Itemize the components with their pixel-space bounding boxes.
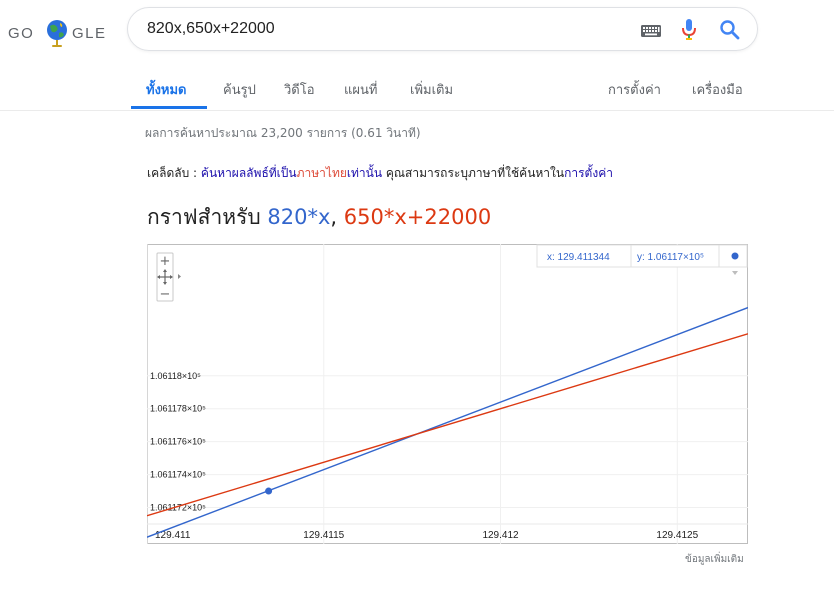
zoom-in-button[interactable]: + — [157, 253, 173, 269]
tab-settings[interactable]: การตั้งค่า — [608, 79, 661, 100]
tab-all[interactable]: ทั้งหมด — [146, 79, 187, 100]
language-tip: เคล็ดลับ : ค้นหาผลลัพธ์ที่เป็นภาษาไทยเท่… — [147, 164, 613, 183]
graph-frame — [147, 244, 748, 544]
x-tick-label: 129.412 — [482, 530, 519, 541]
tab-tools[interactable]: เครื่องมือ — [692, 79, 743, 100]
zoom-in-icon: + — [160, 254, 171, 269]
zoom-out-button[interactable]: − — [157, 286, 173, 302]
zoom-out-icon: − — [160, 287, 171, 302]
function-graph[interactable]: 1.061172×10⁵ 1.061174×10⁵ 1.061176×10⁵ 1.06… — [146, 244, 749, 544]
microphone-icon[interactable] — [682, 19, 696, 41]
graph-title-prefix: กราฟสำหรับ — [147, 205, 268, 229]
tip-link-settings[interactable]: การตั้งค่า — [564, 166, 613, 180]
tab-images[interactable]: ค้นรูป — [223, 79, 256, 100]
search-tabs: ทั้งหมด ค้นรูป วิดีโอ แผนที่ เพิ่มเติม ก… — [0, 62, 834, 111]
graph-canvas[interactable]: 1.061172×10⁵ 1.061174×10⁵ 1.061176×10⁵ 1.06… — [146, 244, 749, 544]
x-tick-label: 129.4115 — [303, 530, 344, 541]
search-box[interactable] — [127, 7, 758, 51]
logo-text-left: GO — [8, 25, 35, 42]
search-input[interactable] — [147, 18, 617, 40]
more-info-link[interactable]: ข้อมูลเพิ่มเติม — [685, 552, 744, 567]
y-tick-label: 1.061174×10⁵ — [150, 470, 206, 480]
tip-link-thai[interactable]: ภาษาไทย — [297, 166, 347, 180]
y-tick-label: 1.061176×10⁵ — [150, 437, 206, 447]
tip-link-only[interactable]: เท่านั้น — [347, 166, 382, 180]
readout-series-dot[interactable] — [731, 252, 739, 260]
readout-x: x: 129.411344 — [547, 252, 610, 263]
tab-more[interactable]: เพิ่มเติม — [410, 79, 453, 100]
globe-doodle-icon — [47, 20, 67, 47]
tip-middle: คุณสามารถระบุภาษาที่ใช้ค้นหาใน — [382, 166, 565, 180]
readout-y: y: 1.06117×10⁵ — [637, 252, 704, 263]
graph-title-formula-1: 820*x — [267, 205, 331, 229]
result-stats: ผลการค้นหาประมาณ 23,200 รายการ (0.61 วิน… — [145, 126, 421, 140]
tab-maps[interactable]: แผนที่ — [344, 79, 377, 100]
y-tick-label: 1.06118×10⁵ — [150, 371, 201, 381]
x-tick-label: 129.4125 — [656, 530, 698, 541]
search-icon[interactable] — [719, 19, 741, 41]
logo-text-right: GLE — [72, 25, 107, 42]
y-tick-label: 1.061178×10⁵ — [150, 404, 206, 414]
tip-link-search[interactable]: ค้นหาผลลัพธ์ที่เป็น — [201, 166, 297, 180]
tip-prefix: เคล็ดลับ : — [147, 166, 201, 180]
active-tab-indicator — [131, 106, 207, 109]
graph-title: กราฟสำหรับ 820*x, 650*x+22000 — [147, 201, 491, 234]
tab-videos[interactable]: วิดีโอ — [284, 79, 315, 100]
trace-point[interactable] — [265, 487, 273, 495]
keyboard-icon[interactable] — [641, 25, 661, 37]
graph-title-separator: , — [330, 205, 344, 229]
google-logo[interactable]: GO GLE — [8, 18, 107, 48]
graph-title-formula-2: 650*x+22000 — [343, 205, 492, 229]
y-tick-label: 1.061172×10⁵ — [150, 503, 206, 513]
